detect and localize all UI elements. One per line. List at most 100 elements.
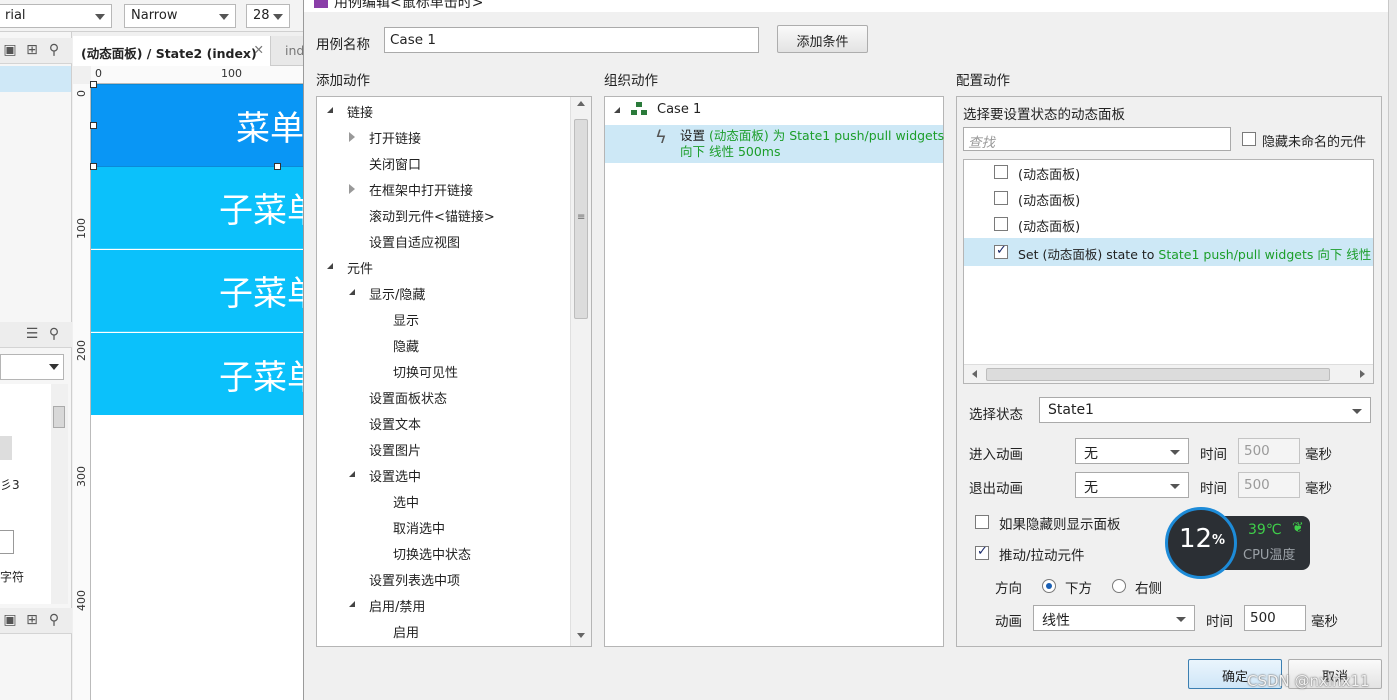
collapse-icon[interactable]: [614, 107, 620, 113]
panel-checkbox[interactable]: [994, 165, 1008, 179]
exit-anim-dropdown[interactable]: 无: [1075, 472, 1189, 498]
close-icon[interactable]: ✕: [254, 42, 264, 57]
action-tree-item[interactable]: 元件: [347, 258, 373, 282]
cpu-percent-value: 12: [1179, 524, 1213, 554]
direction-right-radio[interactable]: [1112, 579, 1126, 593]
design-canvas[interactable]: 菜单 子菜单 子菜单 子菜单: [90, 81, 305, 700]
tab-state2[interactable]: (动态面板) / State2 (index) ✕: [73, 36, 271, 66]
add-folder-icon[interactable]: ⊞: [24, 612, 40, 628]
expand-icon[interactable]: [349, 184, 355, 194]
cpu-monitor-widget[interactable]: 39℃ ❦ CPU温度 12 %: [1165, 507, 1311, 579]
case-editor-dialog: 用例编辑<鼠标单击时> 用例名称 Case 1 添加条件 添加动作 组织动作 配…: [303, 0, 1397, 700]
chevron-down-icon: [273, 14, 283, 20]
action-tree-item[interactable]: 取消选中: [393, 518, 445, 542]
actions-scrollbar[interactable]: ≡: [570, 97, 591, 646]
scroll-up-icon[interactable]: [577, 101, 585, 106]
select-state-dropdown[interactable]: State1: [1039, 397, 1371, 423]
resize-handle[interactable]: [90, 163, 97, 170]
library-scrollbar[interactable]: [51, 384, 68, 604]
collapse-icon[interactable]: [327, 107, 333, 113]
panel-list-item-selected[interactable]: Set (动态面板) state to State1 push/pull wid…: [964, 238, 1373, 266]
action-tree-item[interactable]: 在框架中打开链接: [369, 180, 473, 204]
case-name-input[interactable]: Case 1: [384, 27, 759, 53]
resize-handle[interactable]: [274, 163, 281, 170]
action-tree-item[interactable]: 启用: [393, 622, 419, 646]
selected-page-row[interactable]: [0, 66, 71, 92]
panel-list-item[interactable]: (动态面板): [964, 160, 1373, 186]
action-tree-item[interactable]: 切换可见性: [393, 362, 458, 386]
push-pull-checkbox[interactable]: [975, 544, 989, 560]
action-tree-item[interactable]: 隐藏: [393, 336, 419, 360]
collapse-icon[interactable]: [349, 601, 355, 607]
panel-list-item[interactable]: (动态面板): [964, 186, 1373, 212]
action-tree-item[interactable]: 设置文本: [369, 414, 421, 438]
push-time-input[interactable]: 500: [1244, 605, 1306, 631]
submenu-block[interactable]: 子菜单: [91, 333, 305, 415]
hide-unnamed-label: 隐藏未命名的元件: [1262, 135, 1367, 150]
hide-unnamed-checkbox[interactable]: [1242, 132, 1256, 146]
action-tree-item[interactable]: 链接: [347, 102, 373, 126]
add-master-icon[interactable]: ▣: [2, 612, 18, 628]
action-tree-item[interactable]: 关闭窗口: [369, 154, 421, 178]
scroll-right-icon[interactable]: [1360, 370, 1365, 378]
resize-handle[interactable]: [90, 81, 97, 88]
panel-checkbox[interactable]: [994, 191, 1008, 205]
show-if-hidden-checkbox[interactable]: [975, 515, 989, 529]
push-anim-dropdown[interactable]: 线性: [1033, 605, 1195, 631]
add-condition-button[interactable]: 添加条件: [777, 25, 868, 53]
search-icon[interactable]: ⚲: [46, 612, 62, 628]
action-tree-item[interactable]: 设置面板状态: [369, 388, 447, 412]
action-tree-item[interactable]: 打开链接: [369, 128, 421, 152]
action-node[interactable]: ϟ 设置 (动态面板) 为 State1 push/pull widgets 向…: [605, 125, 944, 163]
search-icon[interactable]: ⚲: [46, 42, 62, 58]
menu-icon[interactable]: ☰: [24, 326, 40, 342]
action-tree-item[interactable]: 显示: [393, 310, 419, 334]
action-tree-item[interactable]: 设置选中: [369, 466, 421, 490]
widget-thumb[interactable]: [0, 436, 12, 460]
exit-time-input[interactable]: 500: [1238, 472, 1300, 498]
submenu-block[interactable]: 子菜单: [91, 250, 305, 332]
scroll-thumb[interactable]: [53, 406, 65, 428]
add-folder-icon[interactable]: ⊞: [24, 42, 40, 58]
action-tree-item[interactable]: 切换选中状态: [393, 544, 471, 568]
menu-block-label: 菜单: [236, 109, 304, 149]
action-tree-item[interactable]: 设置列表选中项: [369, 570, 460, 594]
action-tree-item[interactable]: 设置图片: [369, 440, 421, 464]
font-style-select[interactable]: Narrow: [124, 4, 236, 28]
expand-icon[interactable]: [349, 132, 355, 142]
case-node[interactable]: Case 1: [657, 102, 701, 126]
enter-time-input[interactable]: 500: [1238, 438, 1300, 464]
collapse-icon[interactable]: [327, 263, 333, 269]
leaf-icon: ❦: [1292, 520, 1304, 536]
action-tree-item[interactable]: 选中: [393, 492, 419, 516]
panel-checkbox[interactable]: [994, 243, 1008, 259]
scroll-down-icon[interactable]: [577, 633, 585, 638]
resize-handle[interactable]: [90, 122, 97, 129]
action-tree-item[interactable]: 滚动到元件<锚链接>: [369, 206, 495, 230]
font-size-select[interactable]: 28: [246, 4, 290, 28]
panel-list-item[interactable]: (动态面板): [964, 212, 1373, 238]
exit-anim-label: 退出动画: [969, 481, 1023, 497]
scroll-thumb[interactable]: [986, 368, 1330, 381]
action-tree-item[interactable]: 设置自适应视图: [369, 232, 460, 256]
scroll-left-icon[interactable]: [972, 370, 977, 378]
tab-label: (动态面板) / State2 (index): [81, 46, 257, 61]
enter-anim-dropdown[interactable]: 无: [1075, 438, 1189, 464]
panel-checkbox[interactable]: [994, 217, 1008, 231]
scroll-thumb[interactable]: ≡: [574, 119, 588, 319]
image-widget-icon[interactable]: [0, 530, 14, 554]
menu-block[interactable]: 菜单: [91, 84, 305, 167]
left-pane: ▣ ⊞ ⚲ ☰ ⚲ 彡3 字符 ▣ ⊞ ⚲: [0, 32, 72, 700]
collapse-icon[interactable]: [349, 289, 355, 295]
submenu-block[interactable]: 子菜单: [91, 167, 305, 249]
direction-down-radio[interactable]: [1042, 579, 1056, 593]
action-tree-item[interactable]: 显示/隐藏: [369, 284, 425, 308]
library-select[interactable]: [0, 354, 64, 380]
action-tree-item[interactable]: 启用/禁用: [369, 596, 425, 620]
panel-list-hscrollbar[interactable]: [964, 364, 1373, 383]
search-icon[interactable]: ⚲: [46, 326, 62, 342]
panel-search-input[interactable]: 查找: [963, 127, 1231, 151]
add-page-icon[interactable]: ▣: [2, 42, 18, 58]
font-family-select[interactable]: rial: [0, 4, 112, 28]
collapse-icon[interactable]: [349, 471, 355, 477]
